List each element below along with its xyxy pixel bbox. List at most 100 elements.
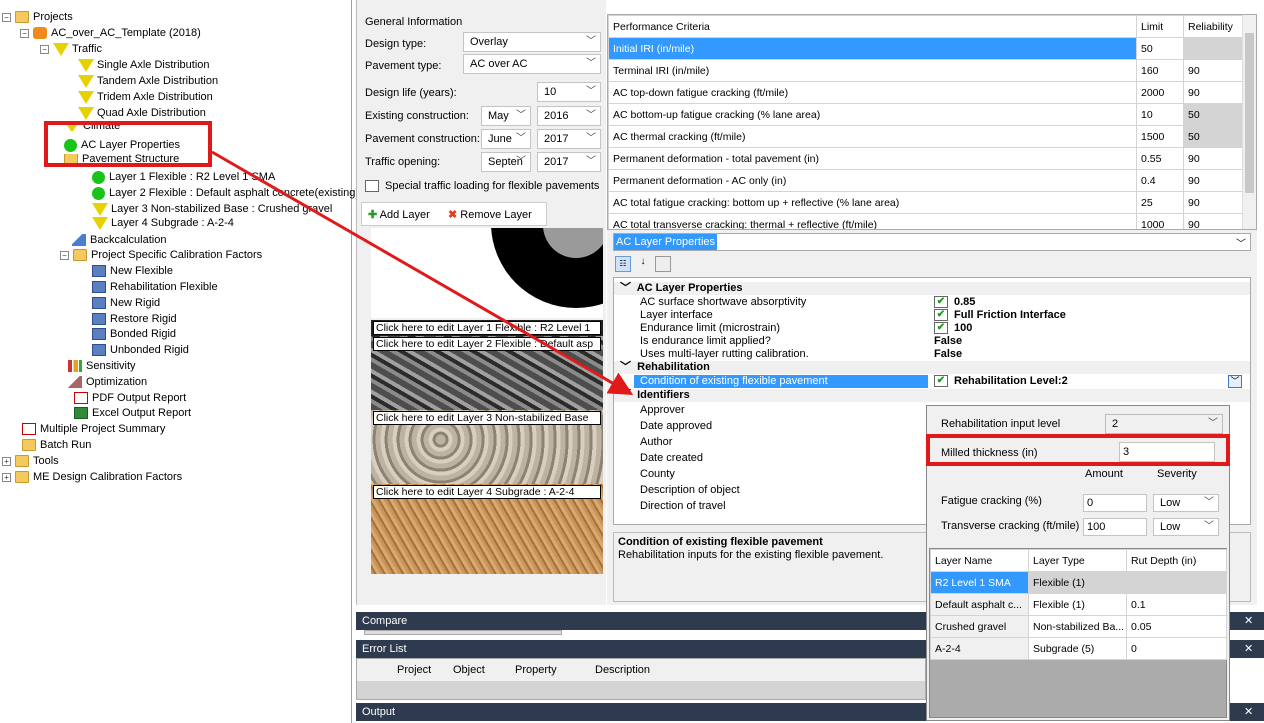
criteria-cell[interactable]: AC thermal cracking (ft/mile) xyxy=(608,125,1137,148)
error-list-dock[interactable]: Error List xyxy=(356,640,926,658)
performance-criteria-grid[interactable]: Performance Criteria Limit Reliability I… xyxy=(607,14,1257,230)
tree-node-quad-axle[interactable]: Quad Axle Distribution xyxy=(78,105,206,121)
table-row[interactable]: AC thermal cracking (ft/mile) 1500 50 xyxy=(608,125,1245,148)
limit-cell[interactable]: 10 xyxy=(1136,103,1184,126)
add-layer-button[interactable]: ✚ Add Layer xyxy=(368,208,430,221)
layer-type-cell[interactable]: Flexible (1) xyxy=(1028,593,1127,616)
criteria-cell[interactable]: AC total transverse cracking: thermal + … xyxy=(608,213,1137,229)
limit-cell[interactable]: 2000 xyxy=(1136,81,1184,104)
table-row[interactable]: R2 Level 1 SMA Flexible (1) xyxy=(930,571,1227,594)
reliability-cell[interactable]: 90 xyxy=(1183,81,1245,104)
reliability-cell[interactable]: 90 xyxy=(1183,213,1245,229)
compare-scrollbar[interactable] xyxy=(364,630,562,635)
layer-type-cell[interactable]: Non-stabilized Ba... xyxy=(1028,615,1127,638)
tree-node-backcalculation[interactable]: Backcalculation xyxy=(72,232,166,248)
err-col-object[interactable]: Object xyxy=(453,664,485,676)
categorized-icon[interactable]: ☷ xyxy=(615,256,631,272)
reliability-cell[interactable] xyxy=(1183,37,1245,60)
table-row[interactable]: Permanent deformation - AC only (in) 0.4 9… xyxy=(608,169,1245,192)
criteria-cell[interactable]: Permanent deformation - total pavement (… xyxy=(608,147,1137,170)
tree-node-layer-4[interactable]: Layer 4 Subgrade : A-2-4 xyxy=(92,215,234,231)
prop-row-layer-interface[interactable]: Layer interface ✔ Full Friction Interface xyxy=(614,309,1250,322)
close-errors-icon[interactable]: ✕ xyxy=(1230,640,1264,658)
tree-node-pavement-structure[interactable]: Pavement Structure xyxy=(64,154,179,164)
table-row[interactable]: AC total fatigue cracking: bottom up + r… xyxy=(608,191,1245,214)
reliability-cell[interactable]: 50 xyxy=(1183,103,1245,126)
prop-row-endurance[interactable]: Endurance limit (microstrain) ✔ 100 xyxy=(614,322,1250,335)
pav-year-select[interactable]: 2017 ﹀ xyxy=(537,129,601,149)
edit-layer3-link[interactable]: Click here to edit Layer 3 Non-stabilize… xyxy=(373,411,601,425)
tree-node-optimization[interactable]: Optimization xyxy=(68,374,147,390)
col-header-layer-name[interactable]: Layer Name xyxy=(930,549,1029,572)
rut-depth-grid[interactable]: Layer Name Layer Type Rut Depth (in) R2 … xyxy=(929,548,1227,718)
tree-node-bonded-rigid[interactable]: Bonded Rigid xyxy=(92,326,176,342)
pav-month-select[interactable]: June ﹀ xyxy=(481,129,531,149)
object-selector[interactable]: AC Layer Properties ﹀ xyxy=(613,233,1251,251)
criteria-cell[interactable]: AC bottom-up fatigue cracking (% lane ar… xyxy=(608,103,1137,126)
close-output-icon[interactable]: ✕ xyxy=(1230,703,1264,721)
tree-node-pdf-report[interactable]: PDF Output Report xyxy=(74,390,186,406)
criteria-cell[interactable]: AC top-down fatigue cracking (ft/mile) xyxy=(608,81,1137,104)
rut-depth-cell[interactable]: 0.05 xyxy=(1126,615,1227,638)
rut-depth-cell[interactable] xyxy=(1126,571,1227,594)
tree-node-sensitivity[interactable]: Sensitivity xyxy=(68,358,136,374)
tree-node-batch-run[interactable]: Batch Run xyxy=(22,437,91,453)
prop-row-condition[interactable]: Condition of existing flexible pavement ✔… xyxy=(614,375,1250,389)
section-rehabilitation[interactable]: ﹀ Rehabilitation xyxy=(614,361,1250,374)
table-row[interactable]: Permanent deformation - total pavement (… xyxy=(608,147,1245,170)
col-header-rut-depth[interactable]: Rut Depth (in) xyxy=(1126,549,1227,572)
tree-node-layer-2[interactable]: Layer 2 Flexible : Default asphalt concr… xyxy=(92,185,359,201)
table-row[interactable]: Initial IRI (in/mile) 50 xyxy=(608,37,1245,60)
tree-node-excel-report[interactable]: Excel Output Report xyxy=(74,405,191,421)
tree-node-me-calibration[interactable]: + ME Design Calibration Factors xyxy=(2,469,182,485)
tree-node-calibration-factors[interactable]: − Project Specific Calibration Factors xyxy=(60,247,262,263)
tree-node-single-axle[interactable]: Single Axle Distribution xyxy=(78,57,210,73)
fatigue-cracking-input[interactable]: 0 xyxy=(1083,494,1147,512)
limit-cell[interactable]: 1500 xyxy=(1136,125,1184,148)
layer-name-cell[interactable]: Default asphalt c... xyxy=(930,593,1029,616)
section-identifiers[interactable]: ﹀ Identifiers xyxy=(614,389,1250,402)
err-col-property[interactable]: Property xyxy=(515,664,557,676)
reliability-cell[interactable]: 90 xyxy=(1183,169,1245,192)
limit-cell[interactable]: 160 xyxy=(1136,59,1184,82)
special-traffic-checkbox[interactable]: Special traffic loading for flexible pav… xyxy=(365,180,599,193)
tree-node-tools[interactable]: + Tools xyxy=(2,453,59,469)
prop-row-multilayer[interactable]: Uses multi-layer rutting calibration. Fal… xyxy=(614,348,1250,361)
col-header-reliability[interactable]: Reliability xyxy=(1183,15,1245,38)
limit-cell[interactable]: 50 xyxy=(1136,37,1184,60)
tree-node-ac-layer-properties[interactable]: AC Layer Properties xyxy=(64,137,180,153)
reliability-cell[interactable]: 90 xyxy=(1183,191,1245,214)
rut-depth-cell[interactable]: 0.1 xyxy=(1126,593,1227,616)
col-header-criteria[interactable]: Performance Criteria xyxy=(608,15,1137,38)
table-row[interactable]: Terminal IRI (in/mile) 160 90 xyxy=(608,59,1245,82)
layer-name-cell[interactable]: Crushed gravel xyxy=(930,615,1029,638)
edit-layer4-link[interactable]: Click here to edit Layer 4 Subgrade : A-… xyxy=(373,485,601,499)
milled-thickness-input[interactable]: 3 xyxy=(1119,442,1215,462)
limit-cell[interactable]: 0.4 xyxy=(1136,169,1184,192)
col-header-layer-type[interactable]: Layer Type xyxy=(1028,549,1127,572)
err-col-project[interactable]: Project xyxy=(397,664,431,676)
property-pages-icon[interactable] xyxy=(655,256,671,272)
edit-layer2-link[interactable]: Click here to edit Layer 2 Flexible : De… xyxy=(373,337,601,351)
table-row[interactable]: AC total transverse cracking: thermal + … xyxy=(608,213,1245,229)
prop-row-absorptivity[interactable]: AC surface shortwave absorptivity ✔ 0.85 xyxy=(614,296,1250,309)
pavement-type-select[interactable]: AC over AC ﹀ xyxy=(463,54,601,74)
traffic-month-select[interactable]: Septen ﹀ xyxy=(481,152,531,172)
traffic-year-select[interactable]: 2017 ﹀ xyxy=(537,152,601,172)
table-row[interactable]: Crushed gravel Non-stabilized Ba... 0.05 xyxy=(930,615,1227,638)
rut-depth-cell[interactable]: 0 xyxy=(1126,637,1227,660)
tree-node-new-flexible[interactable]: New Flexible xyxy=(92,263,173,279)
tree-node-tridem-axle[interactable]: Tridem Axle Distribution xyxy=(78,89,213,105)
tree-node-traffic[interactable]: − Traffic xyxy=(40,41,102,57)
input-level-select[interactable]: 2 ﹀ xyxy=(1105,414,1223,434)
dropdown-button[interactable]: ﹀ xyxy=(1228,375,1242,388)
edit-layer1-link[interactable]: Click here to edit Layer 1 Flexible : R2… xyxy=(373,321,601,335)
criteria-cell[interactable]: Initial IRI (in/mile) xyxy=(608,37,1137,60)
table-row[interactable]: Default asphalt c... Flexible (1) 0.1 xyxy=(930,593,1227,616)
design-type-select[interactable]: Overlay ﹀ xyxy=(463,32,601,52)
tree-node-tandem-axle[interactable]: Tandem Axle Distribution xyxy=(78,73,218,89)
reliability-cell[interactable]: 90 xyxy=(1183,59,1245,82)
existing-year-select[interactable]: 2016 ﹀ xyxy=(537,106,601,126)
grid-scrollbar[interactable] xyxy=(1242,15,1256,229)
transverse-cracking-input[interactable]: 100 xyxy=(1083,518,1147,536)
